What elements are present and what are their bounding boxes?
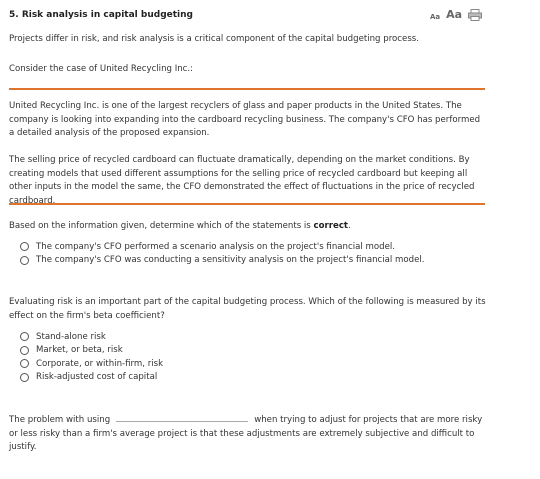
font-smaller-button[interactable]: Aa [430,13,440,21]
radio-button[interactable] [20,332,29,342]
case-paragraph-1: United Recycling Inc. is one of the larg… [9,101,481,138]
q1-option[interactable]: The company's CFO performed a scenario a… [20,240,497,254]
radio-button[interactable] [20,345,29,355]
q2-option[interactable]: Corporate, or within-firm, risk [20,357,497,371]
q3-fill-in-blank: The problem with using when trying to adj… [9,412,486,455]
option-label: The company's CFO was conducting a sensi… [36,255,425,266]
radio-button[interactable] [20,255,29,265]
case-consider-line: Consider the case of United Recycling In… [9,64,194,74]
section-divider [9,203,485,205]
radio-button[interactable] [20,242,29,252]
toolbar: Aa Aa [430,8,483,21]
case-paragraph-2: The selling price of recycled cardboard … [9,155,475,206]
q1-options: The company's CFO performed a scenario a… [20,240,497,267]
q1-option[interactable]: The company's CFO was conducting a sensi… [20,254,497,268]
q2-option[interactable]: Stand-alone risk [20,330,497,344]
option-label: Stand-alone risk [36,331,106,342]
question-title: 5. Risk analysis in capital budgeting [9,10,193,20]
q2-prompt: Evaluating risk is an important part of … [9,297,486,321]
q2-options: Stand-alone risk Market, or beta, risk C… [20,330,497,384]
q3-text-before: The problem with using [9,415,111,425]
q1-prompt-text: Based on the information given, determin… [9,221,314,231]
option-label: Risk-adjusted cost of capital [36,372,158,383]
option-label: The company's CFO performed a scenario a… [36,241,395,252]
radio-button[interactable] [20,359,29,369]
question-intro: Projects differ in risk, and risk analys… [9,34,420,44]
option-label: Market, or beta, risk [36,345,123,356]
q3-blank-dropdown[interactable] [116,412,249,422]
option-label: Corporate, or within-firm, risk [36,358,164,369]
print-icon[interactable] [468,9,483,21]
font-larger-button[interactable]: Aa [446,8,462,21]
section-divider [9,88,485,90]
q1-prompt-end: . [348,221,351,231]
q1-prompt-emphasis: correct [313,221,349,231]
q2-option[interactable]: Risk-adjusted cost of capital [20,371,497,385]
q1-prompt: Based on the information given, determin… [9,220,486,234]
radio-button[interactable] [20,372,29,382]
q2-option[interactable]: Market, or beta, risk [20,344,497,358]
